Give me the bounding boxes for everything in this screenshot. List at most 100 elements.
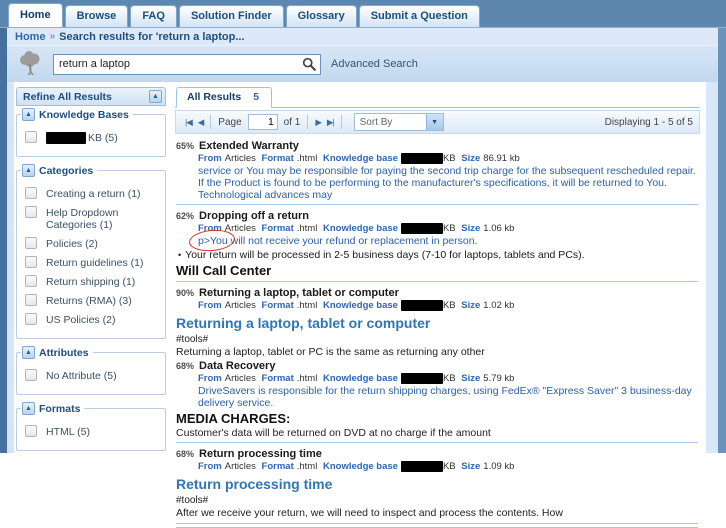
result-subheading: MEDIA CHARGES: (176, 411, 698, 426)
toolbar-divider (341, 115, 342, 129)
tab-submit-question[interactable]: Submit a Question (359, 5, 480, 27)
relevance-percent: 68% (176, 448, 194, 460)
search-result: 62% Dropping off a return FromArticles F… (176, 210, 698, 285)
result-body-text: Customer's data will be returned on DVD … (176, 427, 698, 439)
results-toolbar: |◀ ◀ Page of 1 ▶ ▶| Sort By ▼ Displaying… (175, 110, 700, 134)
search-icon[interactable] (302, 57, 317, 72)
sort-by-dropdown[interactable]: Sort By ▼ (354, 113, 444, 131)
filter-return-shipping[interactable]: Return shipping (1) (25, 275, 161, 288)
results-end-divider (176, 523, 698, 528)
redaction-box (401, 373, 443, 384)
page-label: Page (218, 117, 241, 128)
result-body-text: After we receive your return, we will ne… (176, 507, 698, 519)
article-heading-link[interactable]: Return processing time (176, 476, 698, 493)
result-meta: FromArticles Format.html Knowledge baseK… (198, 153, 698, 164)
refine-header: Refine All Results ▲ (16, 87, 166, 106)
collapse-sidebar-button[interactable]: ▲ (149, 90, 162, 103)
tab-browse[interactable]: Browse (65, 5, 129, 27)
checkbox[interactable] (25, 369, 37, 381)
tab-solution-finder[interactable]: Solution Finder (179, 5, 284, 27)
redaction-box (401, 300, 443, 311)
section-title: Knowledge Bases (39, 109, 129, 121)
results-panel: All Results5 |◀ ◀ Page of 1 ▶ ▶| Sort By… (170, 82, 706, 453)
collapse-attributes-icon[interactable]: ▲ (22, 346, 35, 359)
tab-all-results-label: All Results (187, 91, 241, 103)
filter-no-attribute[interactable]: No Attribute (5) (25, 369, 161, 382)
collapse-formats-icon[interactable]: ▲ (22, 402, 35, 415)
tab-faq[interactable]: FAQ (130, 5, 177, 27)
filter-creating-a-return[interactable]: Creating a return (1) (25, 187, 161, 200)
results-tabbar: All Results5 (175, 87, 700, 108)
relevance-percent: 90% (176, 287, 194, 299)
search-result: 68% Data Recovery FromArticles Format.ht… (176, 360, 698, 446)
chevron-down-icon[interactable]: ▼ (426, 114, 443, 130)
result-title-link[interactable]: Returning a laptop, tablet or computer (199, 287, 399, 299)
filter-html[interactable]: HTML (5) (25, 425, 161, 438)
tree-logo-icon (17, 50, 43, 78)
top-nav-bar: Home Browse FAQ Solution Finder Glossary… (0, 0, 726, 28)
checkbox[interactable] (25, 206, 37, 218)
bullet-icon: • (178, 250, 181, 260)
right-gutter (706, 82, 718, 453)
tab-all-results[interactable]: All Results5 (176, 87, 272, 108)
checkbox[interactable] (25, 425, 37, 437)
result-meta: FromArticles Format.html Knowledge baseK… (198, 300, 698, 311)
checkbox[interactable] (25, 294, 37, 306)
advanced-search-link[interactable]: Advanced Search (331, 58, 418, 70)
redaction-box (46, 132, 86, 144)
result-divider (176, 204, 698, 208)
search-input[interactable] (53, 54, 321, 75)
collapse-knowledge-bases-icon[interactable]: ▲ (22, 108, 35, 121)
prev-page-button[interactable]: ◀ (195, 117, 207, 128)
filter-label: KB (5) (46, 132, 118, 144)
filter-us-policies[interactable]: US Policies (2) (25, 313, 161, 326)
next-page-button[interactable]: ▶ (312, 117, 324, 128)
filter-returns-rma[interactable]: Returns (RMA) (3) (25, 294, 161, 307)
relevance-percent: 68% (176, 360, 194, 372)
checkbox[interactable] (25, 187, 37, 199)
filter-label: Creating a return (1) (46, 188, 141, 200)
content-area: Refine All Results ▲ ▲ Knowledge Bases K… (7, 82, 706, 453)
checkbox[interactable] (25, 256, 37, 268)
filter-return-guidelines[interactable]: Return guidelines (1) (25, 256, 161, 269)
checkbox[interactable] (25, 313, 37, 325)
filter-policies[interactable]: Policies (2) (25, 237, 161, 250)
section-knowledge-bases: ▲ Knowledge Bases KB (5) (16, 114, 166, 157)
breadcrumb-home-link[interactable]: Home (15, 31, 46, 43)
filter-help-dropdown-categories[interactable]: Help Dropdown Categories (1) (25, 206, 161, 231)
tab-home[interactable]: Home (8, 3, 63, 27)
red-circle-annotation: p>You (198, 235, 228, 247)
filter-knowledge-base[interactable]: KB (5) (25, 131, 161, 144)
result-title-link[interactable]: Dropping off a return (199, 210, 309, 222)
checkbox[interactable] (25, 237, 37, 249)
result-title-link[interactable]: Return processing time (199, 448, 322, 460)
result-divider (176, 281, 698, 285)
search-box (53, 54, 321, 75)
result-snippet: p>You will not receive your refund or re… (198, 235, 698, 247)
sort-by-value: Sort By (355, 114, 426, 130)
article-heading-link[interactable]: Returning a laptop, tablet or computer (176, 315, 698, 332)
filter-label: Return guidelines (1) (46, 257, 143, 269)
toolbar-divider (210, 115, 211, 129)
result-title-link[interactable]: Extended Warranty (199, 140, 299, 152)
filter-label: US Policies (2) (46, 314, 115, 326)
checkbox[interactable] (25, 275, 37, 287)
checkbox[interactable] (25, 131, 37, 143)
section-title: Categories (39, 165, 93, 177)
search-bar-section: Advanced Search (7, 45, 718, 82)
page-number-input[interactable] (248, 114, 278, 130)
tab-glossary[interactable]: Glossary (286, 5, 357, 27)
last-page-button[interactable]: ▶| (324, 117, 337, 128)
result-tag: #tools# (176, 334, 698, 345)
first-page-button[interactable]: |◀ (182, 117, 195, 128)
refine-sidebar: Refine All Results ▲ ▲ Knowledge Bases K… (16, 87, 166, 453)
result-bullet-line: •Your return will be processed in 2-5 bu… (176, 249, 698, 261)
redaction-box (401, 223, 443, 234)
filter-label: No Attribute (5) (46, 370, 117, 382)
result-title-link[interactable]: Data Recovery (199, 360, 275, 372)
relevance-percent: 65% (176, 140, 194, 152)
result-meta: FromArticles Format.html Knowledge baseK… (198, 373, 698, 384)
result-meta: FromArticles Format.html Knowledge baseK… (198, 461, 698, 472)
collapse-categories-icon[interactable]: ▲ (22, 164, 35, 177)
section-categories: ▲ Categories Creating a return (1) Help … (16, 170, 166, 339)
